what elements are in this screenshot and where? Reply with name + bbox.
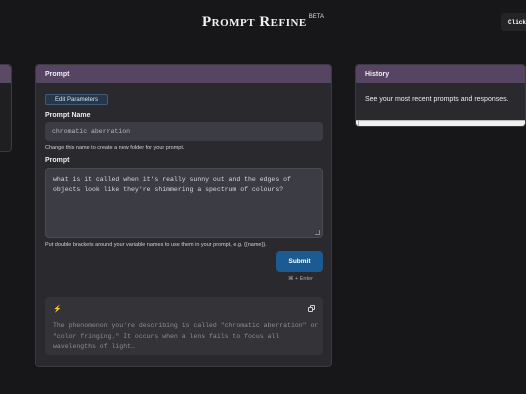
resize-handle[interactable] — [315, 230, 320, 235]
app-title-text: Prompt Refine — [201, 14, 307, 30]
prompt-textarea-text: what is it called when it's really sunny… — [53, 176, 291, 193]
prompt-panel: Prompt Edit Parameters Prompt Name chrom… — [35, 64, 332, 367]
prompt-name-input[interactable]: chromatic aberration — [45, 122, 323, 141]
submit-shortcut-hint: ⌘ + Enter — [288, 276, 313, 282]
copy-icon[interactable] — [308, 305, 315, 312]
prompt-hint: Put double brackets around your variable… — [45, 242, 267, 248]
submit-button[interactable]: Submit — [276, 251, 323, 272]
history-panel-title: History — [356, 65, 525, 83]
lightning-bolt-icon: ⚡ — [53, 306, 62, 313]
left-panel-edge — [0, 64, 12, 152]
history-panel: History See your most recent prompts and… — [355, 64, 526, 127]
prompt-name-hint: Change this name to create a new folder … — [45, 145, 185, 151]
beta-badge: BETA — [308, 14, 325, 20]
edit-parameters-button[interactable]: Edit Parameters — [45, 94, 108, 105]
prompt-label: Prompt — [45, 157, 70, 164]
app-title: Prompt Refine BETA — [0, 14, 526, 31]
history-description: See your most recent prompts and respons… — [365, 96, 509, 103]
prompt-textarea[interactable]: what is it called when it's really sunny… — [45, 168, 323, 238]
click-button[interactable]: Click — [501, 13, 526, 31]
history-list-strip: | — [356, 120, 525, 126]
response-text: The phenomenon you're describing is call… — [53, 322, 319, 350]
prompt-panel-title: Prompt — [36, 65, 331, 83]
prompt-name-label: Prompt Name — [45, 112, 91, 119]
response-box: ⚡ The phenomenon you're describing is ca… — [45, 297, 323, 355]
